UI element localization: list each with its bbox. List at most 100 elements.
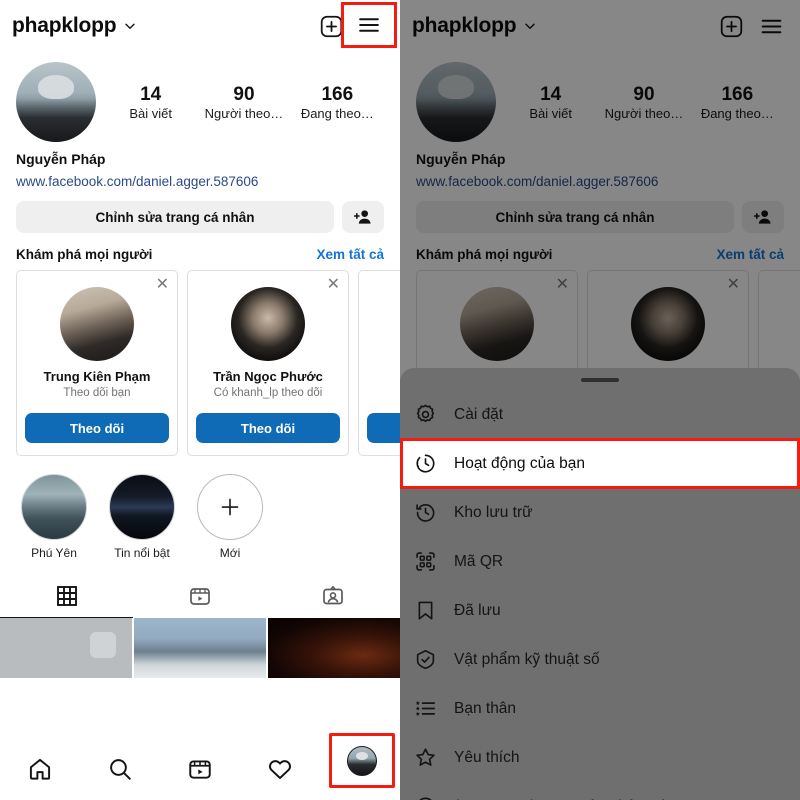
stat-followers[interactable]: 90 Người theo…	[198, 83, 290, 122]
plus-icon[interactable]	[197, 474, 263, 540]
highlight-label: Mới	[219, 546, 241, 560]
see-all-link[interactable]: Xem tất cả	[316, 247, 384, 262]
stat-value: 166	[721, 83, 754, 105]
profile-avatar[interactable]	[416, 62, 496, 142]
edit-profile-button[interactable]: Chỉnh sửa trang cá nhân	[16, 201, 334, 233]
profile-stats: 14 Bài viết 90 Người theo… 166 Đang theo…	[496, 83, 784, 122]
callout-profile-tab	[329, 733, 395, 788]
callout-hamburger-menu	[341, 2, 397, 48]
suggestion-card[interactable]: ✕ Nguy Có miidi T	[358, 270, 400, 456]
close-icon[interactable]: ✕	[327, 277, 340, 293]
stat-value: 90	[233, 83, 255, 105]
close-friends-list-icon	[414, 697, 448, 720]
stat-posts[interactable]: 14 Bài viết	[504, 83, 596, 122]
header-username[interactable]: phapklopp	[12, 14, 117, 38]
stat-following[interactable]: 166 Đang theo…	[691, 83, 783, 122]
profile-website-link[interactable]: www.facebook.com/daniel.agger.587606	[400, 167, 800, 189]
home-icon[interactable]	[0, 756, 80, 782]
menu-list: Cài đặt Hoạt động của bạn Kho lưu trữ Mã…	[400, 382, 800, 800]
follow-button[interactable]: T	[367, 413, 400, 443]
stat-label: Bài viết	[529, 106, 572, 122]
close-icon[interactable]: ✕	[156, 277, 169, 293]
highlight-cover[interactable]	[109, 474, 175, 540]
menu-item-label: Bạn thân	[454, 699, 517, 717]
profile-full-name: Nguyễn Pháp	[0, 142, 400, 167]
highlight-cover[interactable]	[21, 474, 87, 540]
profile-actions: Chỉnh sửa trang cá nhân	[0, 189, 400, 233]
post-thumbnail[interactable]	[268, 618, 400, 678]
menu-item-covid-info[interactable]: (COVID-19) Trung tâm thông tin	[400, 782, 800, 800]
suggestion-card[interactable]: ✕ Trung Kiên Phạm Theo dõi bạn Theo dõi	[16, 270, 178, 456]
screen-right-menu-open: phapklopp 14 Bài viết 90 Người theo… 166…	[400, 0, 800, 800]
profile-website-link[interactable]: www.facebook.com/daniel.agger.587606	[0, 167, 400, 189]
stat-label: Người theo…	[204, 106, 284, 122]
suggestion-subtitle: Có miidi	[367, 387, 400, 399]
clock-activity-icon	[414, 452, 448, 475]
stat-label: Bài viết	[129, 106, 172, 122]
menu-item-hoat-dong-cua-ban[interactable]: Hoạt động của bạn	[400, 438, 800, 489]
discover-title: Khám phá mọi người	[416, 247, 553, 262]
menu-item-ban-than[interactable]: Bạn thân	[400, 684, 800, 733]
suggestion-avatar[interactable]	[231, 287, 305, 361]
profile-avatar[interactable]	[16, 62, 96, 142]
suggestion-avatar[interactable]	[631, 287, 705, 361]
highlight-item[interactable]: Tin nổi bật	[108, 474, 176, 560]
menu-item-label: Đã lưu	[454, 601, 501, 619]
stat-value: 166	[321, 83, 354, 105]
follow-button[interactable]: Theo dõi	[196, 413, 340, 443]
stat-label: Người theo…	[604, 106, 684, 122]
menu-item-ma-qr[interactable]: Mã QR	[400, 537, 800, 586]
reels-icon[interactable]	[160, 756, 240, 782]
posts-grid	[0, 618, 400, 678]
tab-tagged[interactable]	[267, 574, 400, 618]
add-person-icon[interactable]	[742, 201, 784, 233]
add-person-icon[interactable]	[342, 201, 384, 233]
suggestion-subtitle: Theo dõi bạn	[63, 387, 131, 399]
suggestion-name: Trung Kiên Phạm	[43, 369, 151, 384]
screen-left-profile: phapklopp 14 Bài viết 90 Người theo… 166…	[0, 0, 400, 800]
plus-square-icon[interactable]	[714, 9, 748, 43]
header-username[interactable]: phapklopp	[412, 14, 517, 38]
highlight-new[interactable]: Mới	[196, 474, 264, 560]
settings-gear-icon	[414, 403, 448, 426]
stat-posts[interactable]: 14 Bài viết	[104, 83, 196, 122]
chevron-down-icon[interactable]	[123, 19, 137, 33]
menu-item-label: Hoạt động của bạn	[454, 454, 585, 472]
suggestion-avatar[interactable]	[460, 287, 534, 361]
post-thumbnail[interactable]	[134, 618, 266, 678]
stat-label: Đang theo…	[300, 106, 374, 122]
discover-cards-row[interactable]: ✕ Trung Kiên Phạm Theo dõi bạn Theo dõi …	[0, 270, 400, 456]
archive-clock-icon	[414, 501, 448, 524]
see-all-link[interactable]: Xem tất cả	[716, 247, 784, 262]
tab-reels[interactable]	[133, 574, 266, 618]
close-icon[interactable]: ✕	[727, 277, 740, 293]
stat-value: 90	[633, 83, 655, 105]
menu-item-cai-dat[interactable]: Cài đặt	[400, 390, 800, 439]
stat-followers[interactable]: 90 Người theo…	[598, 83, 690, 122]
dual-screenshot-container: phapklopp 14 Bài viết 90 Người theo… 166…	[0, 0, 800, 800]
menu-item-yeu-thich[interactable]: Yêu thích	[400, 733, 800, 782]
suggestion-avatar[interactable]	[60, 287, 134, 361]
menu-item-da-luu[interactable]: Đã lưu	[400, 586, 800, 635]
heart-icon[interactable]	[240, 756, 320, 782]
search-icon[interactable]	[80, 756, 160, 782]
bookmark-icon	[414, 599, 448, 622]
menu-item-kho-luu-tru[interactable]: Kho lưu trữ	[400, 488, 800, 537]
profile-header: phapklopp	[0, 0, 400, 52]
chevron-down-icon[interactable]	[523, 19, 537, 33]
stat-following[interactable]: 166 Đang theo…	[291, 83, 383, 122]
profile-actions: Chỉnh sửa trang cá nhân	[400, 189, 800, 233]
story-highlights-row: Phú Yên Tin nổi bật Mới	[0, 456, 400, 560]
shield-check-icon	[414, 648, 448, 671]
menu-item-vat-pham-ky-thuat-so[interactable]: Vật phẩm kỹ thuật số	[400, 635, 800, 684]
highlight-item[interactable]: Phú Yên	[20, 474, 88, 560]
hamburger-menu-icon[interactable]	[754, 9, 788, 43]
suggestion-card[interactable]: ✕ Trần Ngọc Phước Có khanh_lp theo dõi T…	[187, 270, 349, 456]
follow-button[interactable]: Theo dõi	[25, 413, 169, 443]
stat-value: 14	[540, 83, 562, 105]
tab-grid[interactable]	[0, 574, 134, 618]
profile-stats: 14 Bài viết 90 Người theo… 166 Đang theo…	[96, 83, 384, 122]
edit-profile-button[interactable]: Chỉnh sửa trang cá nhân	[416, 201, 734, 233]
post-thumbnail[interactable]	[0, 618, 132, 678]
close-icon[interactable]: ✕	[556, 277, 569, 293]
